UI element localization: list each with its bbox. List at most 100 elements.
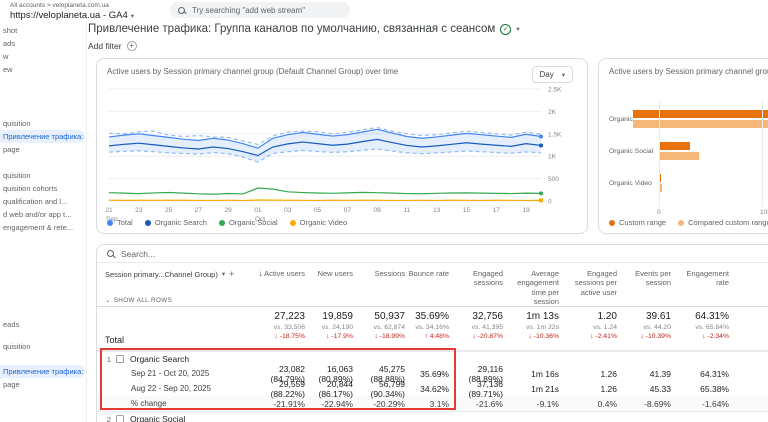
total-metric-cell: 50,937vs. 62,874↓ -18.99% [355,307,407,350]
metric-value: 34.62% [407,384,451,394]
metric-value: 45.33 [619,384,673,394]
percent-change-value: 3.1% [407,399,451,409]
global-search-input[interactable]: Try searching "add web stream" [170,2,350,18]
sidebar-item[interactable]: page [0,143,86,156]
sidebar-item[interactable]: w [0,50,86,63]
legend-item[interactable]: Total [107,218,133,227]
legend-dot [678,220,684,226]
sidebar-item[interactable]: quisition cohorts [0,182,86,195]
sidebar-item[interactable]: Привлечение трафика: Гр [0,130,85,143]
column-header[interactable]: New users [307,269,355,278]
total-metric-cell: 27,223vs. 33,506↓ -18.75% [251,307,307,350]
column-header[interactable]: Engaged sessions [451,269,505,288]
sidebar-item[interactable]: eads [0,318,86,331]
percent-change-value: -8.69% [619,399,673,409]
percent-change-value: -9.1% [505,399,561,409]
period-row: Sep 21 - Oct 20, 202523,082 (84.79%)16,0… [97,366,768,381]
svg-text:17: 17 [493,207,501,214]
bar[interactable] [659,142,690,150]
legend-dot [145,220,151,226]
period-label: Sep 21 - Oct 20, 2025 [101,369,251,378]
sidebar-nav: shotadswewquisitionПривлечение трафика: … [0,24,87,422]
svg-text:500: 500 [548,176,559,183]
show-all-rows-toggle[interactable]: ⌄SHOW ALL ROWS [105,297,249,305]
table-row[interactable]: 1 Organic Search [97,351,768,366]
sidebar-item[interactable]: page [0,378,86,391]
legend-item[interactable]: Compared custom range [678,218,768,227]
table-search-input[interactable]: Search... [97,245,768,263]
svg-text:05: 05 [314,207,322,214]
line-chart-title: Active users by Session primary channel … [107,67,398,76]
svg-text:21: 21 [105,207,113,214]
property-selector[interactable]: https://veloplaneta.ua - GA4 ▾ [10,10,134,21]
sidebar-item[interactable]: quisition [0,117,86,130]
percent-change-value: -22.94% [307,399,355,409]
svg-text:09: 09 [374,207,382,214]
table-row[interactable]: 2 Organic Social [97,411,768,422]
svg-text:15: 15 [463,207,471,214]
column-header[interactable]: ↓ Active users [251,269,307,279]
total-row: Total27,223vs. 33,506↓ -18.75%19,859vs. … [97,307,768,351]
legend-item[interactable]: Custom range [609,218,666,227]
row-checkbox[interactable] [116,415,124,422]
sidebar-item[interactable]: qualification and l... [0,195,86,208]
search-icon [178,7,185,14]
dimension-header[interactable]: Session primary...Channel Group)▾+ [105,269,249,280]
metric-value: 1m 16s [505,369,561,379]
bar[interactable] [659,152,699,160]
plus-icon[interactable]: + [229,269,234,280]
add-filter-label: Add filter [88,41,122,51]
line-chart-legend: Total Organic Search Organic Social Organic… [107,218,347,227]
sidebar-item[interactable]: Привлечение трафика: Гр [0,365,85,378]
sidebar-item[interactable]: ew [0,63,86,76]
sidebar-item[interactable]: shot [0,24,86,37]
column-header[interactable]: Engaged sessions per active user [561,269,619,297]
sidebar-item[interactable]: quisition [0,340,86,353]
checkmark-icon: ✓ [500,24,511,35]
row-checkbox[interactable] [116,355,124,363]
svg-text:23: 23 [135,207,143,214]
column-header[interactable]: Events per session [619,269,673,288]
property-name: https://veloplaneta.ua - GA4 [10,10,128,21]
metric-value: 29,559 (88.22%) [251,379,307,399]
channel-name: Organic Search [130,354,189,364]
svg-text:03: 03 [284,207,292,214]
svg-text:2K: 2K [548,109,557,116]
legend-dot [107,220,113,226]
svg-text:11: 11 [404,207,411,214]
bar-chart-legend: Custom range Compared custom range [609,218,768,227]
bar[interactable] [633,110,768,118]
bar-row: Organic Social [609,135,768,167]
metric-value: 64.31% [673,369,731,379]
metric-value: 20,844 (86.17%) [307,379,355,399]
add-filter-button[interactable]: Add filter + [88,41,137,51]
total-metric-cell: 32,756vs. 41,395↓ -20.87% [451,307,505,350]
chevron-down-icon[interactable]: ▾ [516,25,519,33]
channel-name: Organic Social [130,414,185,422]
granularity-select[interactable]: Day ▾ [532,66,574,83]
column-header[interactable]: Engagement rate [673,269,731,288]
svg-text:27: 27 [195,207,203,214]
sidebar-item[interactable]: d web and/or app t... [0,208,86,221]
legend-item[interactable]: Organic Social [219,218,278,227]
column-header[interactable]: Sessions [355,269,407,278]
legend-item[interactable]: Organic Video [290,218,347,227]
legend-dot [609,220,615,226]
sidebar-item[interactable]: engagement & rete... [0,221,86,234]
metric-value: 1.26 [561,384,619,394]
total-metric-cell: 19,859vs. 24,190↓ -17.9% [307,307,355,350]
bar-row: Organic Search [609,103,768,135]
account-breadcrumb[interactable]: All accounts > veloplaneta.com.ua [10,2,109,9]
sidebar-item[interactable]: quisition [0,169,86,182]
ga4-app: All accounts > veloplaneta.com.ua https:… [0,0,768,422]
bar[interactable] [633,120,768,128]
legend-item[interactable]: Organic Search [145,218,207,227]
column-header[interactable]: Average engagement time per session [505,269,561,307]
percent-change-value: -21.6% [451,399,505,409]
bar-chart-card: Active users by Session primary channel … [598,58,768,234]
column-header[interactable]: Bounce rate [407,269,451,278]
sidebar-item[interactable]: ads [0,37,86,50]
metric-value: 1m 21s [505,384,561,394]
percent-change-label: % change [101,399,251,408]
report-table-card: Search... Session primary...Channel Grou… [96,244,768,422]
